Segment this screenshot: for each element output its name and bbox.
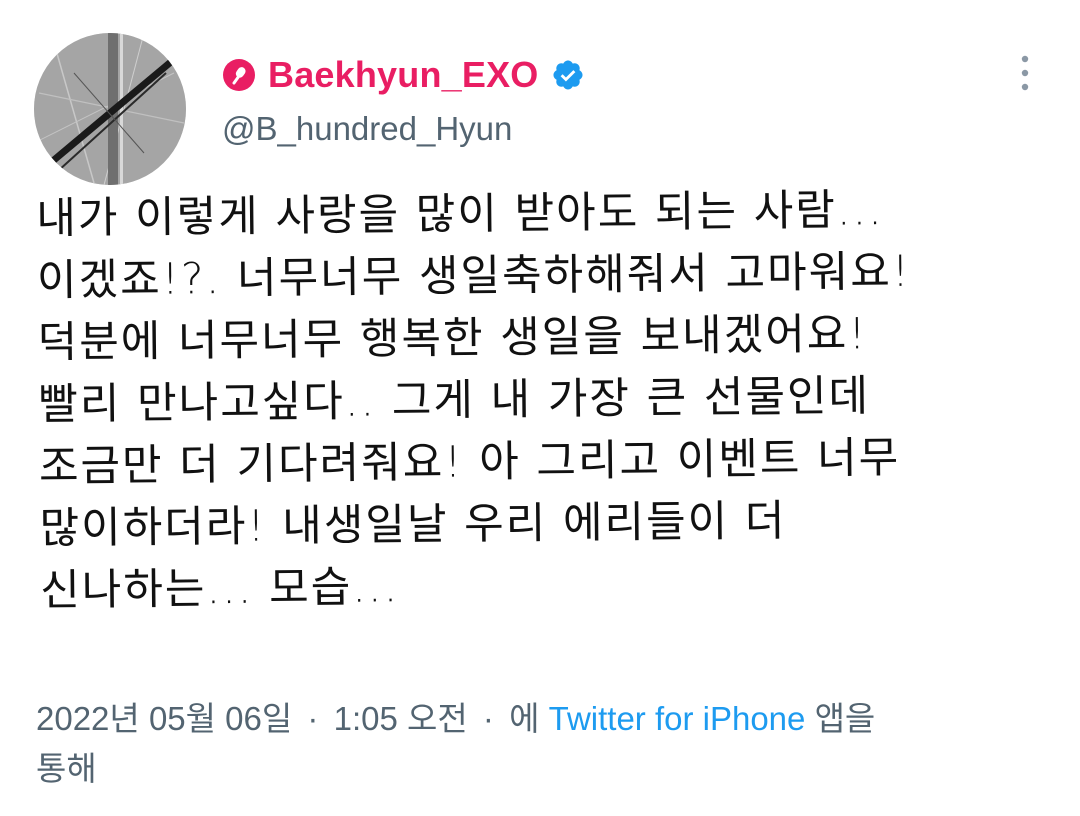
author-name-row[interactable]: Baekhyun_EXO (222, 50, 585, 100)
microphone-badge-icon (223, 59, 255, 91)
tweet-line: 내가 이렇게 사랑을 많이 받아도 되는 사람... (36, 185, 885, 244)
verified-badge-icon (552, 60, 583, 90)
tweet-date[interactable]: 2022년 05월 06일 (36, 700, 292, 737)
display-name[interactable]: Baekhyun_EXO (268, 54, 539, 96)
tweet-text: 내가 이렇게 사랑을 많이 받아도 되는 사람... 이겠죠!?. 너무너무 생… (36, 177, 1050, 622)
separator-dot: · (307, 700, 319, 737)
via-suffix: 앱을 (814, 700, 876, 737)
metadata-line-1: 2022년 05월 06일 · 1:05 오전 · 에 Twitter for … (36, 694, 1046, 744)
tweet-line: 조금만 더 기다려줘요! 아 그리고 이벤트 너무 (38, 432, 901, 492)
more-options-button[interactable] (1010, 50, 1040, 96)
tweet-time[interactable]: 1:05 오전 (334, 700, 468, 737)
avatar-image (34, 33, 186, 185)
metadata-line-2: 통해 (36, 744, 1046, 794)
tweet-line: 이겠죠!?. 너무너무 생일축하해줘서 고마워요! (36, 246, 912, 306)
tweet-metadata: 2022년 05월 06일 · 1:05 오전 · 에 Twitter for … (36, 694, 1046, 794)
separator-dot: · (482, 700, 494, 737)
avatar[interactable] (34, 33, 186, 185)
tweet-line: 신나하는... 모습... (39, 562, 400, 616)
author-handle[interactable]: @B_hundred_Hyun (222, 110, 512, 148)
source-link[interactable]: Twitter for iPhone (549, 700, 806, 737)
via-suffix-continued: 통해 (36, 750, 97, 787)
tweet-line: 덕분에 너무너무 행복한 생일을 보내겠어요! (37, 309, 868, 368)
tweet-line: 빨리 만나고싶다.. 그게 내 가장 큰 선물인데 (38, 371, 871, 430)
via-prefix: 에 (509, 700, 540, 737)
tweet-line: 많이하더라! 내생일날 우리 에리들이 더 (39, 496, 787, 554)
vertical-ellipsis-icon (1021, 55, 1029, 91)
